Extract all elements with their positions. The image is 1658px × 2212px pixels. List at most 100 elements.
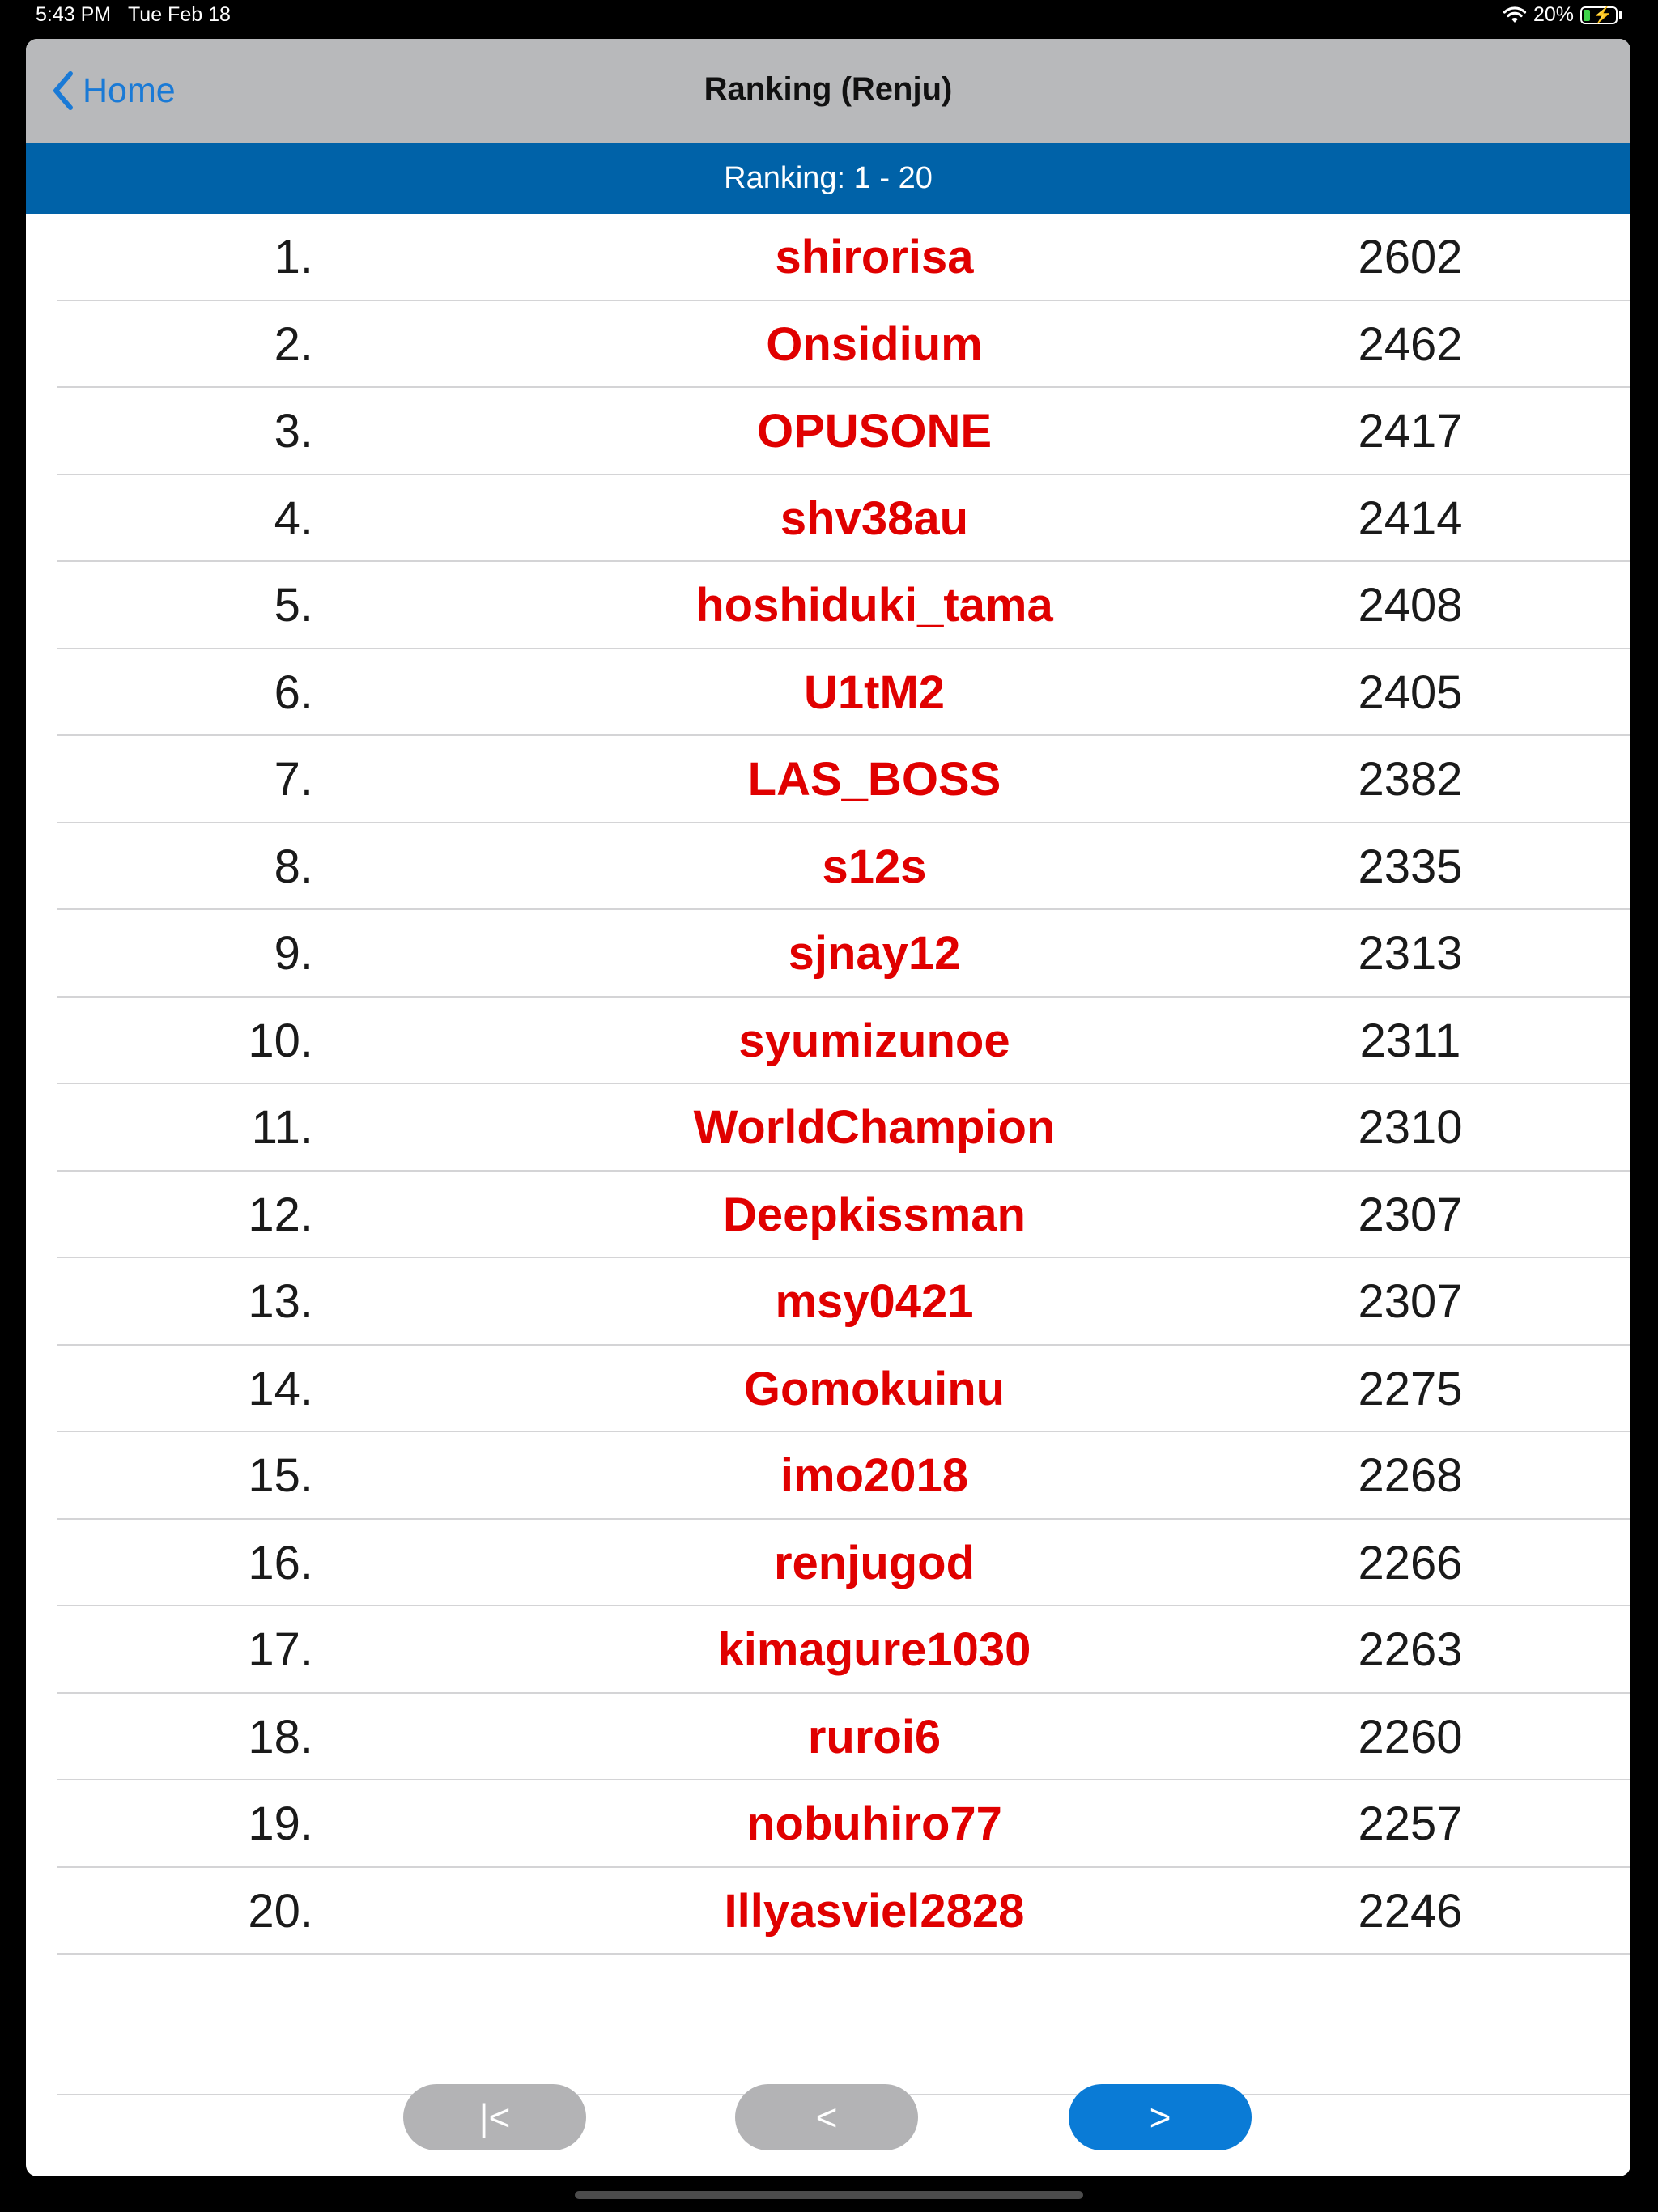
player-rating: 2263 bbox=[1358, 1623, 1463, 1676]
battery-percent: 20% bbox=[1533, 3, 1574, 26]
ranking-list: 1. shirorisa 2602 2. Onsidium 2462 3. OPUSONE… bbox=[57, 214, 1630, 1955]
rank-number: 12. bbox=[248, 1188, 313, 1241]
player-rating: 2246 bbox=[1358, 1884, 1463, 1938]
ranking-row: 7. LAS_BOSS 2382 bbox=[57, 736, 1630, 823]
rank-number: 1. bbox=[274, 231, 313, 283]
rank-number: 10. bbox=[248, 1014, 313, 1067]
ranking-range-header: Ranking: 1 - 20 bbox=[26, 143, 1630, 214]
player-name-link[interactable]: hoshiduki_tama bbox=[536, 562, 1213, 649]
player-name-link[interactable]: renjugod bbox=[536, 1520, 1213, 1607]
player-name-link[interactable]: nobuhiro77 bbox=[536, 1780, 1213, 1868]
empty-list-row bbox=[57, 2008, 1630, 2095]
rank-number: 11. bbox=[251, 1101, 313, 1154]
ranking-sheet: Home Ranking (Renju) Ranking: 1 - 20 1. s… bbox=[26, 39, 1630, 2176]
ranking-row: 12. Deepkissman 2307 bbox=[57, 1172, 1630, 1259]
wifi-icon bbox=[1503, 6, 1527, 23]
ranking-row: 13. msy0421 2307 bbox=[57, 1258, 1630, 1346]
first-page-button[interactable]: |< bbox=[403, 2084, 586, 2150]
ranking-row: 6. U1tM2 2405 bbox=[57, 649, 1630, 737]
player-name-link[interactable]: Onsidium bbox=[536, 301, 1213, 389]
navigation-bar: Home Ranking (Renju) bbox=[26, 39, 1630, 143]
ranking-row: 14. Gomokuinu 2275 bbox=[57, 1346, 1630, 1433]
rank-number: 16. bbox=[248, 1536, 313, 1589]
charging-bolt-icon: ⚡ bbox=[1592, 6, 1613, 24]
ranking-row: 5. hoshiduki_tama 2408 bbox=[57, 562, 1630, 649]
ranking-row: 11. WorldChampion 2310 bbox=[57, 1084, 1630, 1172]
rank-number: 3. bbox=[274, 405, 313, 457]
status-right: 20% ⚡ bbox=[1503, 3, 1622, 27]
page-title: Ranking (Renju) bbox=[704, 71, 953, 107]
ranking-row: 18. ruroi6 2260 bbox=[57, 1694, 1630, 1781]
rank-number: 20. bbox=[248, 1884, 313, 1938]
rank-number: 8. bbox=[274, 840, 313, 893]
player-rating: 2260 bbox=[1358, 1710, 1463, 1763]
player-rating: 2275 bbox=[1358, 1362, 1463, 1415]
player-rating: 2307 bbox=[1358, 1275, 1463, 1328]
ranking-row: 15. imo2018 2268 bbox=[57, 1432, 1630, 1520]
player-rating: 2266 bbox=[1358, 1536, 1463, 1589]
ranking-row: 19. nobuhiro77 2257 bbox=[57, 1780, 1630, 1868]
player-rating: 2405 bbox=[1358, 666, 1463, 719]
ranking-row: 8. s12s 2335 bbox=[57, 823, 1630, 911]
player-name-link[interactable]: sjnay12 bbox=[536, 910, 1213, 998]
player-name-link[interactable]: WorldChampion bbox=[536, 1084, 1213, 1172]
battery-icon: ⚡ bbox=[1580, 6, 1618, 24]
player-rating: 2414 bbox=[1358, 491, 1463, 545]
player-name-link[interactable]: shv38au bbox=[536, 475, 1213, 563]
player-name-link[interactable]: imo2018 bbox=[536, 1432, 1213, 1520]
player-rating: 2310 bbox=[1358, 1101, 1463, 1154]
player-name-link[interactable]: Gomokuinu bbox=[536, 1346, 1213, 1433]
player-name-link[interactable]: Illyasviel2828 bbox=[536, 1868, 1213, 1955]
rank-number: 9. bbox=[274, 927, 313, 980]
rank-number: 14. bbox=[248, 1362, 313, 1415]
player-rating: 2408 bbox=[1358, 579, 1463, 632]
player-rating: 2257 bbox=[1358, 1797, 1463, 1850]
player-name-link[interactable]: syumizunoe bbox=[536, 998, 1213, 1085]
player-rating: 2335 bbox=[1358, 840, 1463, 893]
player-name-link[interactable]: ruroi6 bbox=[536, 1694, 1213, 1781]
ranking-row: 16. renjugod 2266 bbox=[57, 1520, 1630, 1607]
ranking-row: 17. kimagure1030 2263 bbox=[57, 1606, 1630, 1694]
rank-number: 15. bbox=[248, 1449, 313, 1502]
home-indicator[interactable] bbox=[575, 2191, 1083, 2199]
player-name-link[interactable]: kimagure1030 bbox=[536, 1606, 1213, 1694]
previous-page-button[interactable]: < bbox=[735, 2084, 918, 2150]
player-name-link[interactable]: msy0421 bbox=[536, 1258, 1213, 1346]
ranking-row: 10. syumizunoe 2311 bbox=[57, 998, 1630, 1085]
ranking-row: 1. shirorisa 2602 bbox=[57, 214, 1630, 301]
player-rating: 2313 bbox=[1358, 927, 1463, 980]
rank-number: 19. bbox=[248, 1797, 313, 1850]
ranking-row: 9. sjnay12 2313 bbox=[57, 910, 1630, 998]
rank-number: 17. bbox=[248, 1623, 313, 1676]
player-rating: 2602 bbox=[1358, 231, 1463, 283]
status-date: Tue Feb 18 bbox=[127, 3, 231, 26]
player-name-link[interactable]: OPUSONE bbox=[536, 388, 1213, 475]
rank-number: 13. bbox=[248, 1275, 313, 1328]
rank-number: 2. bbox=[274, 317, 313, 371]
player-name-link[interactable]: shirorisa bbox=[536, 214, 1213, 301]
status-time: 5:43 PM bbox=[36, 3, 112, 26]
battery-fill bbox=[1584, 9, 1590, 21]
player-name-link[interactable]: s12s bbox=[536, 823, 1213, 911]
battery-cap bbox=[1619, 11, 1622, 19]
player-rating: 2417 bbox=[1358, 405, 1463, 457]
player-rating: 2462 bbox=[1358, 317, 1463, 371]
next-page-button[interactable]: > bbox=[1069, 2084, 1252, 2150]
rank-number: 4. bbox=[274, 491, 313, 545]
player-name-link[interactable]: U1tM2 bbox=[536, 649, 1213, 737]
rank-number: 18. bbox=[248, 1710, 313, 1763]
player-rating: 2307 bbox=[1358, 1188, 1463, 1241]
player-name-link[interactable]: Deepkissman bbox=[536, 1172, 1213, 1259]
status-bar: 5:43 PM Tue Feb 18 20% ⚡ bbox=[0, 0, 1658, 34]
player-rating: 2268 bbox=[1358, 1449, 1463, 1502]
ranking-row: 4. shv38au 2414 bbox=[57, 475, 1630, 563]
player-rating: 2311 bbox=[1359, 1014, 1461, 1067]
rank-number: 5. bbox=[274, 579, 313, 632]
ranking-row: 3. OPUSONE 2417 bbox=[57, 388, 1630, 475]
rank-number: 7. bbox=[274, 753, 313, 806]
player-name-link[interactable]: LAS_BOSS bbox=[536, 736, 1213, 823]
status-time-date: 5:43 PM Tue Feb 18 bbox=[36, 3, 231, 27]
ranking-row: 20. Illyasviel2828 2246 bbox=[57, 1868, 1630, 1955]
player-rating: 2382 bbox=[1358, 753, 1463, 806]
rank-number: 6. bbox=[274, 666, 313, 719]
